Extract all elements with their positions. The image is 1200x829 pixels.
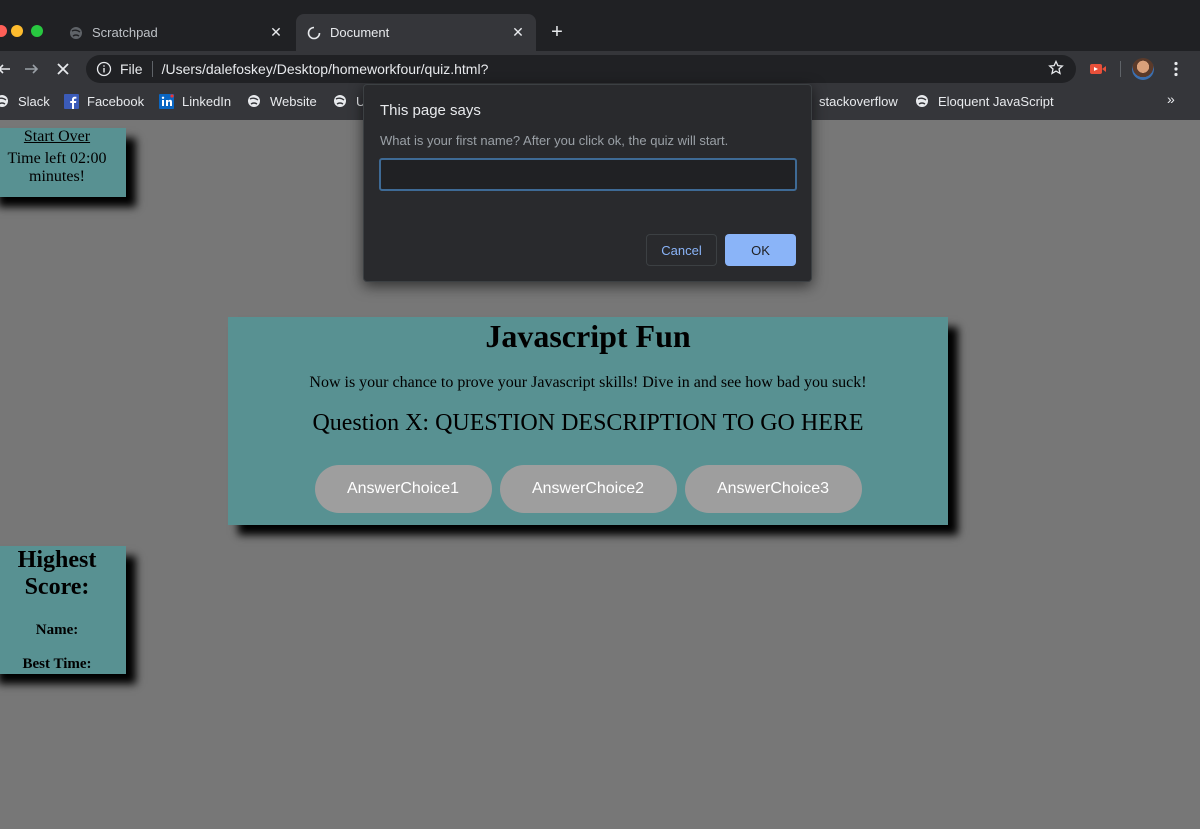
forward-arrow-icon (25, 64, 39, 74)
timer-panel: Start Over Time left 02:00 minutes! (0, 128, 126, 197)
star-icon[interactable] (1048, 60, 1066, 78)
extension-icon[interactable] (1089, 60, 1107, 78)
high-score-panel: Highest Score: Name: Best Time: (0, 546, 126, 674)
window-top-strip (0, 0, 1200, 10)
new-tab-button[interactable]: + (547, 22, 567, 42)
stop-loading-button[interactable] (53, 59, 73, 79)
ok-button[interactable]: OK (725, 234, 796, 266)
facebook-icon (63, 93, 79, 109)
time-left-text: Time left 02:00 minutes! (7, 150, 107, 185)
toolbar: File /Users/dalefoskey/Desktop/homeworkf… (0, 51, 1200, 87)
bookmarks-overflow-button[interactable]: » (1167, 91, 1175, 107)
globe-icon (68, 25, 84, 41)
bookmark-facebook[interactable]: Facebook (63, 92, 144, 110)
bookmark-eloquent-javascript[interactable]: Eloquent JavaScript (914, 92, 1054, 110)
cancel-button[interactable]: Cancel (646, 234, 717, 266)
bookmark-linkedin[interactable]: LinkedIn (158, 92, 231, 110)
tab-title: Scratchpad (92, 25, 158, 40)
bookmark-label: Facebook (87, 93, 145, 109)
bookmark-u[interactable]: U (332, 92, 365, 110)
stop-icon (57, 63, 69, 75)
first-name-input[interactable] (379, 158, 797, 191)
address-divider (151, 61, 153, 77)
tab-document[interactable]: Document ✕ (296, 14, 536, 51)
name-label: Name: (35, 622, 79, 638)
best-time-label: Best Time: (22, 656, 92, 672)
globe-icon (0, 93, 10, 109)
bookmark-label: Website (270, 93, 317, 109)
address-bar[interactable]: File /Users/dalefoskey/Desktop/homeworkf… (86, 55, 1076, 83)
tab-scratchpad[interactable]: Scratchpad ✕ (58, 14, 294, 51)
loading-spinner-icon (306, 25, 322, 41)
globe-icon (914, 93, 930, 109)
start-over-link[interactable]: Start Over (0, 128, 126, 146)
info-icon[interactable] (96, 61, 112, 77)
bookmark-label: stackoverflow (819, 93, 898, 109)
url-scheme: File (120, 61, 143, 77)
globe-icon (332, 93, 348, 109)
bookmark-stackoverflow[interactable]: stackoverflow (819, 92, 898, 110)
high-score-title: Highest Score: (17, 547, 97, 600)
toolbar-divider (1120, 61, 1121, 77)
bookmark-label: LinkedIn (182, 93, 232, 109)
close-icon[interactable]: ✕ (510, 24, 526, 41)
globe-icon (246, 93, 262, 109)
minimize-window-button[interactable] (11, 25, 23, 37)
url-text[interactable]: /Users/dalefoskey/Desktop/homeworkfour/q… (162, 61, 1048, 77)
dialog-message: What is your first name? After you click… (380, 133, 729, 148)
linkedin-icon (158, 93, 174, 109)
quiz-panel: Javascript Fun Now is your chance to pro… (228, 317, 948, 525)
bookmark-slack[interactable]: Slack (0, 92, 50, 110)
tab-title: Document (330, 25, 390, 40)
question-text: Question X: QUESTION DESCRIPTION TO GO H… (312, 410, 864, 436)
quiz-intro-text: Now is your chance to prove your Javascr… (309, 374, 867, 391)
forward-button[interactable] (22, 59, 42, 79)
menu-dots-icon[interactable] (1167, 60, 1185, 78)
answer-choice-2-button[interactable]: AnswerChoice2 (499, 465, 677, 513)
back-arrow-icon (0, 64, 10, 74)
answer-choice-1-button[interactable]: AnswerChoice1 (314, 465, 492, 513)
answer-choices: AnswerChoice1 AnswerChoice2 AnswerChoice… (228, 465, 948, 513)
bookmark-website[interactable]: Website (246, 92, 317, 110)
page-title: Javascript Fun (485, 318, 691, 354)
zoom-window-button[interactable] (31, 25, 43, 37)
close-icon[interactable]: ✕ (268, 24, 284, 41)
avatar[interactable] (1132, 58, 1154, 80)
back-button[interactable] (0, 59, 14, 79)
bookmark-label: Eloquent JavaScript (938, 93, 1054, 109)
dialog-title: This page says (380, 102, 481, 119)
bookmark-label: Slack (18, 93, 50, 109)
answer-choice-3-button[interactable]: AnswerChoice3 (684, 465, 862, 513)
prompt-dialog: This page says What is your first name? … (363, 84, 812, 282)
